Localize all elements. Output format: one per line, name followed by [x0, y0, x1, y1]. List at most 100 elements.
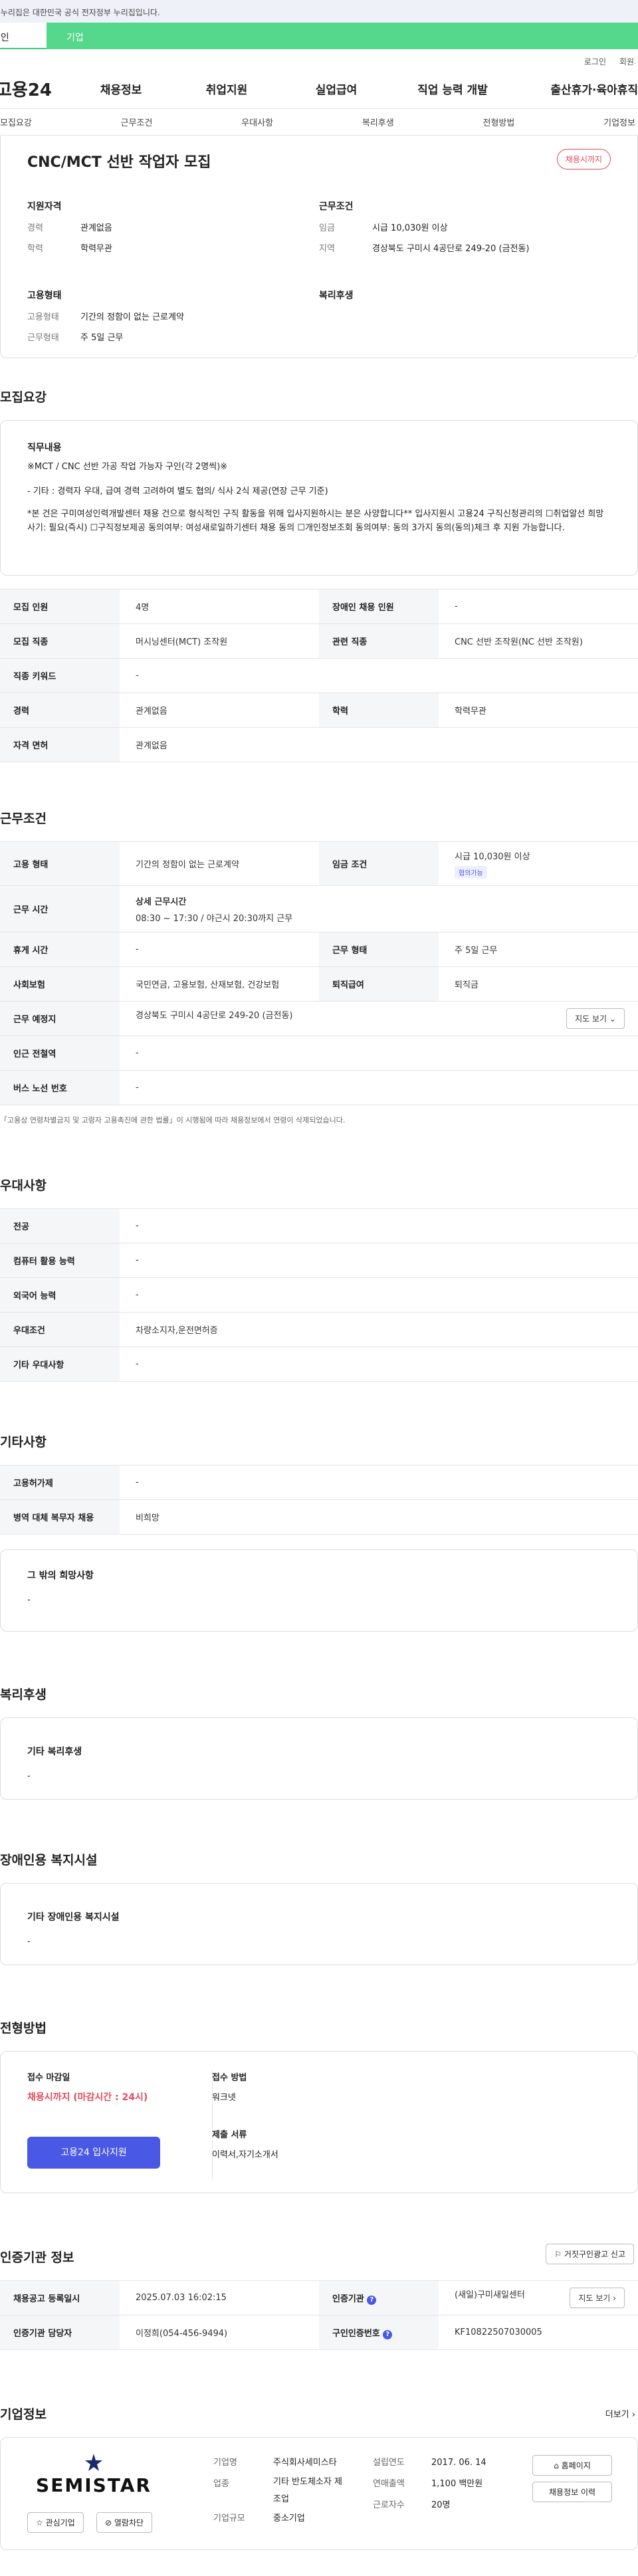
row-value: KF10822507030005: [439, 2315, 638, 2350]
row-label: 근무 형태: [319, 932, 439, 967]
table-row: 인근 전철역 -: [0, 1035, 638, 1071]
etc-table: 고용허가제 - 병역 대체 복무자 채용 비희망: [0, 1465, 638, 1535]
tab-personal[interactable]: 개인: [0, 23, 47, 49]
info-label: 근로자수: [373, 2500, 405, 2510]
row-label: 고용 형태: [0, 841, 120, 886]
row-label: 자격 면허: [0, 727, 120, 762]
row-value: -: [120, 1208, 638, 1243]
company-more-link[interactable]: 더보기 ›: [605, 2407, 635, 2420]
divider: [212, 2070, 213, 2179]
negotiable-badge: 협의가능: [455, 865, 487, 879]
row-value: 4명: [120, 589, 319, 624]
table-row: 자격 면허 관계없음: [0, 727, 638, 762]
workform-label: 근무형태: [27, 333, 59, 343]
process-section-title: 전형방법: [0, 2021, 47, 2036]
anchor-preference[interactable]: 우대사항: [241, 116, 273, 128]
map-view-button[interactable]: 지도 보기 ›: [570, 2288, 625, 2308]
duty-heading: 직무내용: [27, 443, 62, 453]
row-value: 기간의 정함이 없는 근로계약: [120, 841, 319, 886]
table-row: 인증기관 담당자 이정희(054-456-9494) 구인인증번호 ? KF10822…: [0, 2315, 638, 2350]
info-value: 중소기업: [273, 2514, 305, 2523]
hiring-history-button[interactable]: 채용정보 이력: [532, 2482, 612, 2502]
row-value: 이정희(054-456-9494): [120, 2315, 319, 2350]
recruit-section-title: 모집요강: [0, 390, 47, 405]
button-label: 홈페이지: [561, 2461, 591, 2470]
global-nav: 고용24 채용정보 취업지원 실업급여 직업 능력 개발 출산휴가·육아휴직: [0, 69, 638, 109]
anchor-process[interactable]: 전형방법: [483, 116, 515, 128]
homepage-button[interactable]: ⌂ 홈페이지: [532, 2455, 612, 2476]
row-label: 임금 조건: [319, 841, 439, 886]
favorite-company-button[interactable]: ☆ 관심기업: [27, 2512, 84, 2533]
info-label: 기업규모: [213, 2514, 245, 2523]
logo-text: 고용24: [0, 80, 53, 100]
gnb-job-info[interactable]: 채용정보: [85, 80, 157, 97]
etc-section-title: 기타사항: [0, 1435, 47, 1449]
apply-button[interactable]: 고용24 입사지원: [27, 2137, 160, 2169]
button-label: 지도 보기: [578, 2294, 611, 2303]
row-label: 버스 노선 번호: [0, 1070, 120, 1105]
recruit-table: 모집 인원 4명 장애인 채용 인원 - 모집 직종 머시닝센터(MCT) 조작원 관련 …: [0, 589, 638, 762]
wage-value: 시급 10,030원 이상: [372, 223, 448, 233]
table-row: 기타 우대사항 -: [0, 1346, 638, 1382]
block-view-button[interactable]: ⊘ 열람차단: [96, 2512, 153, 2533]
gnb-unemployment-benefit[interactable]: 실업급여: [296, 80, 376, 97]
help-icon[interactable]: ?: [367, 2295, 377, 2305]
method-value: 워크넷: [212, 2093, 236, 2103]
company-section-title: 기업정보: [0, 2407, 47, 2422]
company-card: SEMISTAR ☆ 관심기업 ⊘ 열람차단 기업명 주식회사세미스타 업종 기타 …: [0, 2437, 638, 2550]
button-label: 지도 보기: [575, 1014, 607, 1023]
wage-label: 임금: [319, 223, 335, 233]
duty-card: 직무내용 ※MCT / CNC 선반 가공 작업 가능자 구인(각 2명씩)※ …: [0, 420, 638, 576]
welfare-heading: 복리후생: [319, 290, 354, 301]
row-value: -: [120, 1243, 638, 1278]
site-logo[interactable]: 고용24: [0, 76, 85, 101]
emptype-label: 고용형태: [27, 312, 59, 322]
row-label: 컴퓨터 활용 능력: [0, 1243, 120, 1278]
location-label: 지역: [319, 244, 335, 254]
education-value: 학력무관: [80, 244, 112, 254]
false-ad-report-button[interactable]: ⚐ 거짓구인광고 신고: [546, 2244, 634, 2264]
anchor-recruit[interactable]: 모집요강: [0, 116, 32, 128]
tab-business[interactable]: 기업: [47, 23, 638, 49]
anchor-company[interactable]: 기업정보: [603, 116, 635, 128]
table-row: 채용공고 등록일시 2025.07.03 16:02:15 인증기관 ? (새일)구미…: [0, 2280, 638, 2315]
row-value: 학력무관: [439, 693, 638, 728]
row-label: 장애인 채용 인원: [319, 589, 439, 624]
gnb-skill-dev[interactable]: 직업 능력 개발: [376, 80, 529, 97]
map-view-button[interactable]: 지도 보기 ⌄: [566, 1008, 625, 1029]
block-icon: ⊘: [105, 2518, 112, 2527]
row-label: 모집 인원: [0, 589, 120, 624]
wish-heading: 그 밖의 희망사항: [27, 1570, 94, 1581]
gnb-parental-leave[interactable]: 출산휴가·육아휴직: [529, 80, 638, 97]
work-section-title: 근무조건: [0, 811, 47, 826]
job-title: CNC/MCT 선반 작업자 모집: [27, 154, 211, 171]
row-label: 우대조건: [0, 1312, 120, 1347]
condition-heading: 근무조건: [319, 201, 354, 212]
row-value: (새일)구미새일센터: [455, 2290, 525, 2300]
button-label: 관심기업: [45, 2518, 75, 2527]
anchor-welfare[interactable]: 복리후생: [362, 116, 394, 128]
welfare-box-heading: 기타 복리후생: [27, 1747, 82, 1757]
gnb-employment-support[interactable]: 취업지원: [157, 80, 296, 97]
table-row: 외국어 능력 -: [0, 1277, 638, 1313]
workform-value: 주 5일 근무: [80, 333, 124, 343]
deadline-label: 접수 마감일: [27, 2073, 70, 2083]
row-value: -: [120, 1070, 638, 1105]
signup-link[interactable]: 회원가입: [619, 56, 635, 69]
info-value: 2017. 06. 14: [431, 2458, 486, 2468]
login-link[interactable]: 로그인: [584, 56, 606, 69]
disabled-box-value: -: [27, 1937, 31, 1947]
table-row: 병역 대체 복무자 채용 비희망: [0, 1499, 638, 1535]
row-value: 비희망: [120, 1499, 638, 1535]
section-anchor-nav: 모집요강 근무조건 우대사항 복리후생 전형방법 기업정보: [0, 109, 638, 136]
age-law-note: 「고용상 연령차별금지 및 고령자 고용촉진에 관한 법률」이 시행됨에 따라 …: [0, 1116, 346, 1125]
anchor-conditions[interactable]: 근무조건: [121, 116, 153, 128]
help-icon[interactable]: ?: [383, 2329, 393, 2339]
link-label: 더보기: [605, 2410, 629, 2420]
welfare-box-value: -: [27, 1771, 31, 1781]
education-label: 학력: [27, 244, 43, 254]
time-subtitle: 상세 근무시간: [136, 897, 187, 907]
row-label: 병역 대체 복무자 채용: [0, 1499, 120, 1535]
disabled-box-heading: 기타 장애인용 복지시설: [27, 1912, 120, 1923]
table-row: 고용허가제 -: [0, 1465, 638, 1500]
